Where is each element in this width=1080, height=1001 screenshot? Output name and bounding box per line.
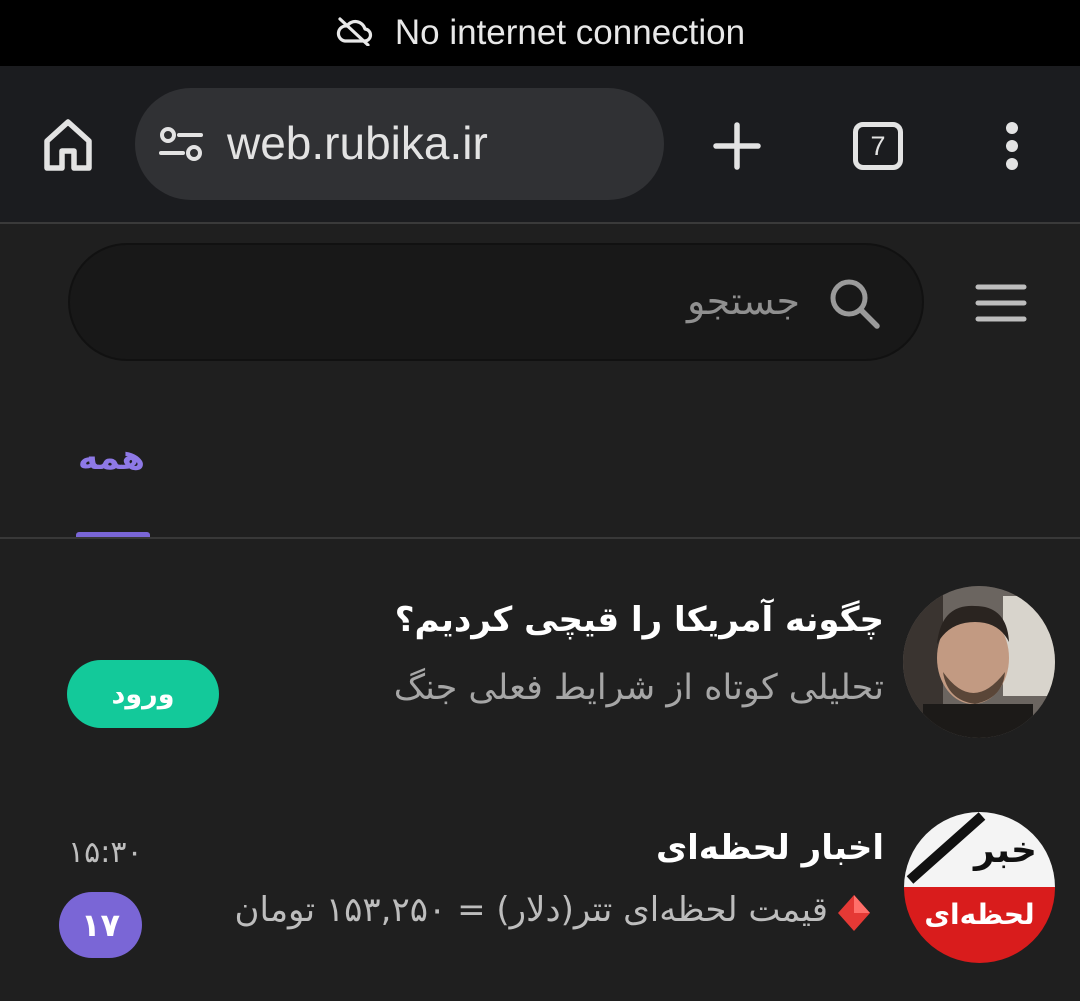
url-text[interactable]: web.rubika.ir <box>227 116 488 170</box>
join-button[interactable]: ورود <box>67 660 219 728</box>
hamburger-menu-icon[interactable] <box>974 282 1028 324</box>
chat-title: چگونه آمریکا را قیچی کردیم؟ <box>394 600 884 640</box>
tab-all[interactable]: همه <box>78 438 145 478</box>
tune-icon[interactable] <box>159 126 203 162</box>
tab-count: 7 <box>853 122 903 170</box>
more-vert-icon[interactable] <box>996 118 1028 174</box>
browser-toolbar: web.rubika.ir 7 <box>0 66 1080 224</box>
avatar-text-bottom: لحظه‌ای <box>924 898 1035 931</box>
search-input[interactable]: جستجو <box>68 243 924 361</box>
avatar-text-top: خبر <box>973 830 1037 871</box>
avatar: خبر لحظه‌ای <box>904 812 1055 963</box>
home-icon[interactable] <box>40 114 96 176</box>
cloud-off-icon <box>335 16 373 50</box>
search-placeholder: جستجو <box>686 279 800 323</box>
search-icon <box>826 275 882 331</box>
tabs-icon[interactable]: 7 <box>850 120 906 172</box>
status-bar: No internet connection <box>0 0 1080 66</box>
chat-preview: قیمت لحظه‌ای تتر(دلار) = ۱۵۳,۲۵۰ تومان <box>234 890 829 930</box>
tabs-divider <box>0 537 1080 539</box>
plus-icon[interactable] <box>710 119 764 173</box>
chat-time: ۱۵:۳۰ <box>68 835 143 870</box>
address-bar[interactable]: web.rubika.ir <box>135 88 664 200</box>
chat-subtitle: تحلیلی کوتاه از شرایط فعلی جنگ <box>393 668 884 708</box>
avatar <box>903 586 1055 738</box>
chat-preview-clip: قیمت لحظه‌ای تتر(دلار) = ۱۵۳,۲۵۰ تومان <box>168 890 880 942</box>
unread-badge: ۱۷ <box>59 892 142 958</box>
chat-title: اخبار لحظه‌ای <box>655 828 884 868</box>
connection-status-text: No internet connection <box>394 13 746 52</box>
